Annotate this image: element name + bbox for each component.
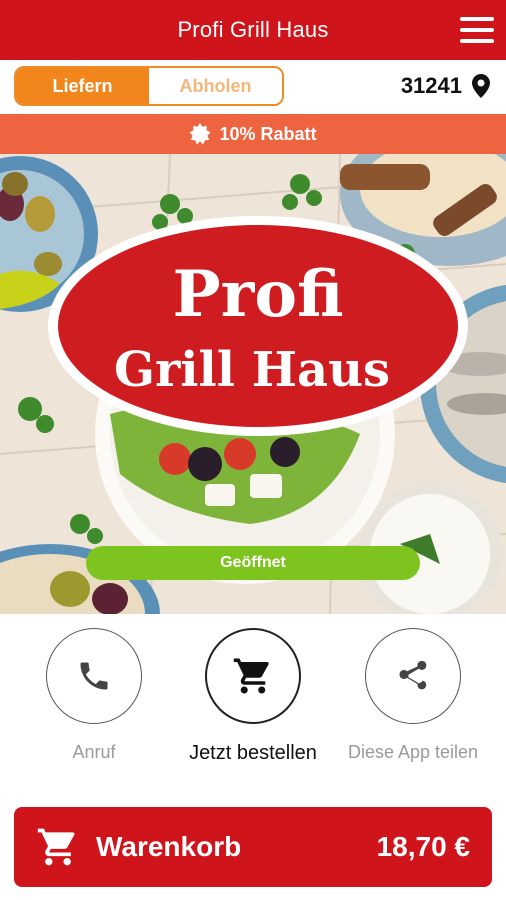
call-action[interactable]: Anruf: [24, 628, 164, 763]
share-action[interactable]: Diese App teilen: [343, 628, 483, 763]
badge-icon: [189, 123, 211, 145]
cart-label: Warenkorb: [96, 831, 242, 862]
share-label: Diese App teilen: [347, 742, 479, 762]
zip-code: 31241: [400, 73, 462, 98]
location-pin-icon: [472, 74, 490, 98]
hero-image: Profi Grill Haus Geöffnet: [0, 154, 506, 614]
location-selector[interactable]: 31241: [401, 73, 490, 99]
logo-line-1: Profi: [172, 257, 343, 332]
cart-button[interactable]: Warenkorb 18,70 €: [14, 807, 492, 887]
action-row: Anruf Jetzt bestellen Diese App teilen: [0, 614, 506, 794]
open-status-badge: Geöffnet: [86, 546, 420, 580]
order-button[interactable]: [205, 628, 301, 724]
cart-icon: [37, 828, 75, 866]
pickup-option[interactable]: Abholen: [149, 68, 282, 104]
share-icon: [399, 660, 427, 690]
call-label: Anruf: [72, 742, 116, 762]
promo-label: 10% Rabatt: [219, 123, 317, 144]
deliver-option[interactable]: Liefern: [16, 68, 149, 104]
cart-icon: [233, 658, 269, 694]
order-action[interactable]: Jetzt bestellen: [183, 628, 323, 765]
delivery-mode-toggle: Liefern Abholen: [14, 66, 284, 106]
call-button[interactable]: [46, 628, 142, 724]
app-title: Profi Grill Haus: [177, 17, 329, 42]
promo-banner[interactable]: 10% Rabatt: [0, 114, 506, 154]
phone-icon: [80, 662, 108, 690]
mode-bar: Liefern Abholen 31241: [0, 60, 506, 114]
logo-line-2: Grill Haus: [114, 342, 390, 398]
order-label: Jetzt bestellen: [189, 742, 317, 764]
cart-total: 18,70 €: [376, 831, 470, 862]
share-button[interactable]: [365, 628, 461, 724]
hamburger-icon[interactable]: [458, 14, 496, 46]
food-photo: Profi Grill Haus: [0, 154, 506, 614]
app-bar: Profi Grill Haus: [0, 0, 506, 60]
